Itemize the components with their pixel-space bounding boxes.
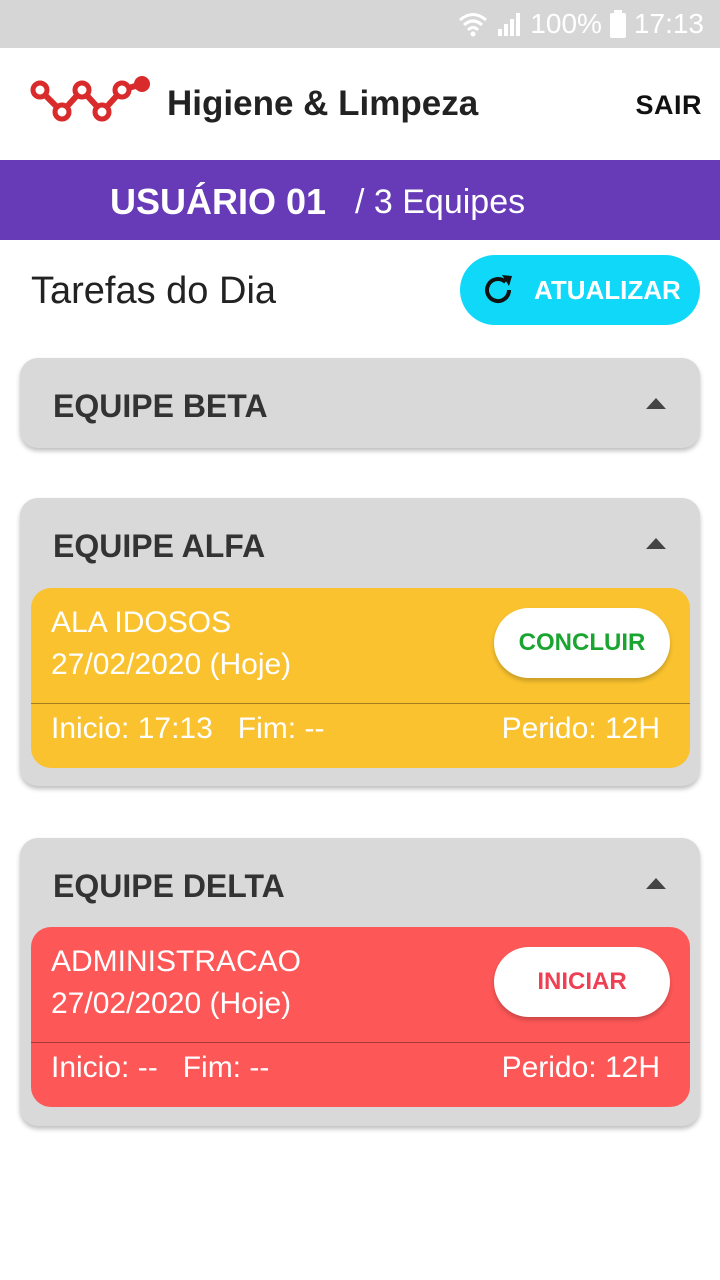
task-date: 27/02/2020 (Hoje) bbox=[51, 648, 292, 681]
complete-button[interactable]: CONCLUIR bbox=[494, 608, 670, 678]
signal-icon bbox=[498, 13, 521, 36]
user-name: USUÁRIO 01 bbox=[110, 181, 327, 222]
logout-button[interactable]: SAIR bbox=[635, 90, 702, 121]
user-bar: USUÁRIO 01 / 3 Equipes bbox=[0, 160, 720, 240]
divider bbox=[31, 1042, 690, 1043]
refresh-icon bbox=[485, 275, 512, 304]
status-bar: 100% 17:13 bbox=[0, 0, 720, 48]
task-period: Perido: 12H bbox=[501, 1051, 660, 1084]
refresh-button[interactable]: ATUALIZAR bbox=[460, 255, 700, 325]
task-times: Inicio: 17:13 Fim: -- bbox=[51, 712, 324, 746]
clock: 17:13 bbox=[633, 8, 704, 39]
task-card: ALA IDOSOS 27/02/2020 (Hoje) CONCLUIR In… bbox=[31, 588, 690, 768]
battery-icon bbox=[609, 10, 626, 38]
task-start: Inicio: 17:13 bbox=[51, 712, 213, 745]
refresh-label: ATUALIZAR bbox=[534, 274, 681, 305]
team-name: EQUIPE BETA bbox=[53, 388, 268, 424]
task-times: Inicio: -- Fim: -- bbox=[51, 1051, 269, 1085]
task-date: 27/02/2020 (Hoje) bbox=[51, 987, 292, 1020]
collapse-arrow-icon[interactable] bbox=[646, 878, 666, 889]
team-name: EQUIPE DELTA bbox=[53, 868, 285, 904]
team-card-delta: EQUIPE DELTA ADMINISTRACAO 27/02/2020 (H… bbox=[20, 838, 700, 1126]
task-end: Fim: -- bbox=[182, 1051, 270, 1084]
app-title: Higiene & Limpeza bbox=[167, 84, 479, 123]
wifi-icon bbox=[459, 13, 488, 37]
team-count: / 3 Equipes bbox=[355, 183, 526, 221]
task-location: ADMINISTRACAO bbox=[51, 945, 302, 978]
team-card-beta: EQUIPE BETA bbox=[20, 358, 700, 448]
team-name: EQUIPE ALFA bbox=[53, 528, 266, 564]
collapse-arrow-icon[interactable] bbox=[646, 398, 666, 409]
task-period: Perido: 12H bbox=[501, 712, 660, 745]
divider bbox=[31, 703, 690, 704]
task-card: ADMINISTRACAO 27/02/2020 (Hoje) INICIAR … bbox=[31, 927, 690, 1107]
app-logo-icon bbox=[30, 76, 150, 122]
task-start: Inicio: -- bbox=[51, 1051, 158, 1084]
app-bar: Higiene & Limpeza SAIR bbox=[0, 48, 720, 160]
battery-percentage: 100% bbox=[530, 8, 602, 39]
start-button[interactable]: INICIAR bbox=[494, 947, 670, 1017]
section-title: Tarefas do Dia bbox=[31, 270, 277, 312]
task-location: ALA IDOSOS bbox=[51, 606, 232, 639]
collapse-arrow-icon[interactable] bbox=[646, 538, 666, 549]
task-end: Fim: -- bbox=[237, 712, 325, 745]
team-card-alfa: EQUIPE ALFA ALA IDOSOS 27/02/2020 (Hoje)… bbox=[20, 498, 700, 786]
